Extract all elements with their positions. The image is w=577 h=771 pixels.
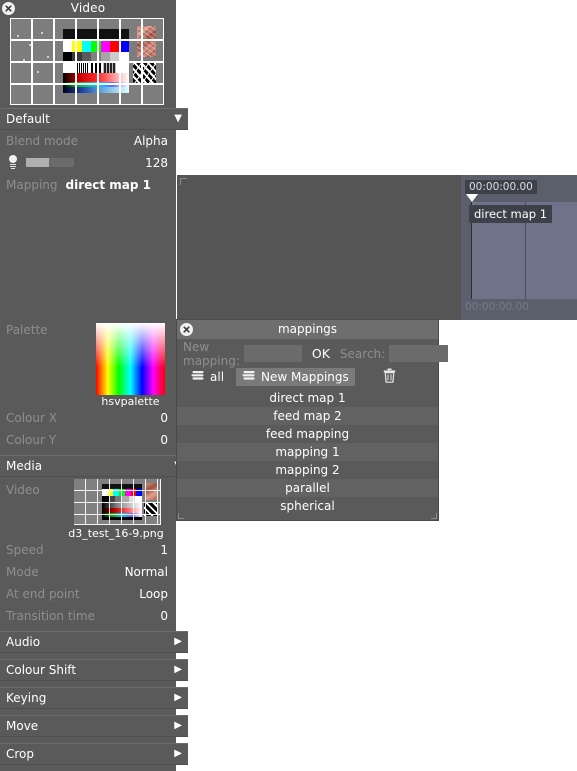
brightness-slider[interactable] (26, 158, 74, 167)
row-palette: Palette hsvpalette (0, 315, 176, 408)
speed-label: Speed (6, 543, 44, 557)
mode-value: Normal (124, 565, 168, 579)
section-header-media[interactable]: Media ▼ (0, 455, 188, 477)
list-item[interactable]: direct map 1 (177, 389, 438, 407)
default-section-body: Blend mode Alpha 128 Mapping direct map … (0, 130, 176, 197)
brightness-slider-fill (26, 158, 49, 167)
section-header-media-label: Media (6, 459, 43, 473)
row-mapping[interactable]: Mapping direct map 1 (0, 173, 176, 197)
chevron-down-icon: ▼ (174, 113, 182, 124)
lightbulb-icon (6, 155, 20, 170)
stack-icon (242, 370, 256, 384)
section-header-colour-shift-label: Colour Shift (6, 663, 77, 677)
search-label: Search: (339, 346, 386, 361)
section-header-colour-shift[interactable]: Colour Shift ▶ (0, 659, 188, 681)
mappings-list: direct map 1 feed map 2 feed mapping map… (177, 389, 438, 515)
section-header-crop-label: Crop (6, 747, 35, 761)
section-header-audio-label: Audio (6, 635, 41, 649)
mode-label: Mode (6, 565, 39, 579)
dialog-titlebar[interactable]: mappings (177, 320, 438, 339)
tab-new-mappings[interactable]: New Mappings (236, 367, 355, 386)
brightness-value: 128 (145, 155, 168, 170)
section-header-keying[interactable]: Keying ▶ (0, 687, 188, 709)
palette-swatch[interactable] (96, 323, 165, 395)
list-item[interactable]: mapping 1 (177, 443, 438, 461)
row-speed[interactable]: Speed 1 (0, 539, 176, 561)
section-header-audio[interactable]: Audio ▶ (0, 631, 188, 653)
trash-icon[interactable] (383, 368, 396, 386)
preview-grid-overlay (10, 18, 164, 105)
list-item[interactable]: feed mapping (177, 425, 438, 443)
chevron-right-icon: ▶ (174, 664, 182, 675)
media-grid-overlay (74, 479, 161, 525)
new-mapping-input[interactable] (243, 345, 302, 362)
app-root: Video Default ▼ Blend mode Alpha 128 Map… (0, 0, 577, 771)
row-brightness[interactable]: 128 (0, 152, 176, 173)
ok-button[interactable]: OK (312, 346, 330, 361)
tab-new-mappings-label: New Mappings (261, 369, 349, 384)
stack-icon (191, 370, 205, 384)
chevron-right-icon: ▶ (174, 748, 182, 759)
section-header-default-label: Default (6, 112, 50, 126)
colour-x-value: 0 (160, 411, 168, 425)
playhead-marker-icon[interactable] (466, 194, 478, 202)
row-mode[interactable]: Mode Normal (0, 561, 176, 583)
blend-mode-label: Blend mode (6, 134, 79, 148)
dialog-toolbar: all New Mappings (177, 364, 438, 387)
mappings-dialog: mappings New mapping: OK Search: all New… (177, 320, 449, 520)
timecode-current[interactable]: 00:00:00.00 (465, 180, 537, 194)
row-transition-time[interactable]: Transition time 0 (0, 605, 176, 627)
row-colour-y[interactable]: Colour Y 0 (0, 429, 176, 451)
at-end-point-label: At end point (6, 587, 80, 601)
panel-title: Video (70, 1, 106, 15)
timecode-end: 00:00:00.00 (465, 301, 529, 313)
row-at-end-point[interactable]: At end point Loop (0, 583, 176, 605)
chevron-right-icon: ▶ (174, 636, 182, 647)
colour-y-value: 0 (160, 433, 168, 447)
colour-x-label: Colour X (6, 411, 57, 425)
center-workspace-panel[interactable] (177, 175, 461, 320)
blend-mode-value: Alpha (133, 134, 168, 148)
media-thumbnail[interactable] (74, 479, 161, 525)
dialog-form-row: New mapping: OK Search: (177, 339, 449, 368)
chevron-right-icon: ▶ (174, 692, 182, 703)
transition-time-value: 0 (160, 609, 168, 623)
panel-titlebar: Video (0, 0, 176, 17)
at-end-point-value: Loop (139, 587, 168, 601)
tab-all[interactable]: all (185, 368, 230, 386)
row-colour-x[interactable]: Colour X 0 (0, 407, 176, 429)
section-header-move[interactable]: Move ▶ (0, 715, 188, 737)
section-header-move-label: Move (6, 719, 39, 733)
panel-resize-corner[interactable] (180, 178, 187, 185)
search-input[interactable] (389, 345, 449, 362)
transition-time-label: Transition time (6, 609, 95, 623)
colour-y-label: Colour Y (6, 433, 57, 447)
tab-all-label: all (210, 369, 225, 384)
section-header-keying-label: Keying (6, 691, 47, 705)
palette-label: Palette (6, 323, 48, 337)
dialog-title: mappings (277, 322, 338, 336)
list-item[interactable]: spherical (177, 497, 438, 515)
speed-value: 1 (160, 543, 168, 557)
list-item[interactable]: parallel (177, 479, 438, 497)
video-preview-thumbnail[interactable] (10, 18, 164, 105)
list-item[interactable]: feed map 2 (177, 407, 438, 425)
section-header-default[interactable]: Default ▼ (0, 108, 188, 130)
row-blend-mode[interactable]: Blend mode Alpha (0, 130, 176, 152)
chevron-right-icon: ▶ (174, 720, 182, 731)
timeline-panel[interactable]: 00:00:00.00 direct map 1 00:00:00.00 (461, 175, 577, 320)
mapping-value[interactable]: direct map 1 (66, 178, 152, 192)
video-label: Video (6, 483, 40, 497)
mapping-label: Mapping (6, 178, 58, 192)
section-header-crop[interactable]: Crop ▶ (0, 743, 188, 765)
video-properties-panel: Video Default ▼ Blend mode Alpha 128 Map… (0, 0, 188, 771)
timeline-clip-label[interactable]: direct map 1 (469, 205, 553, 223)
list-item[interactable]: mapping 2 (177, 461, 438, 479)
